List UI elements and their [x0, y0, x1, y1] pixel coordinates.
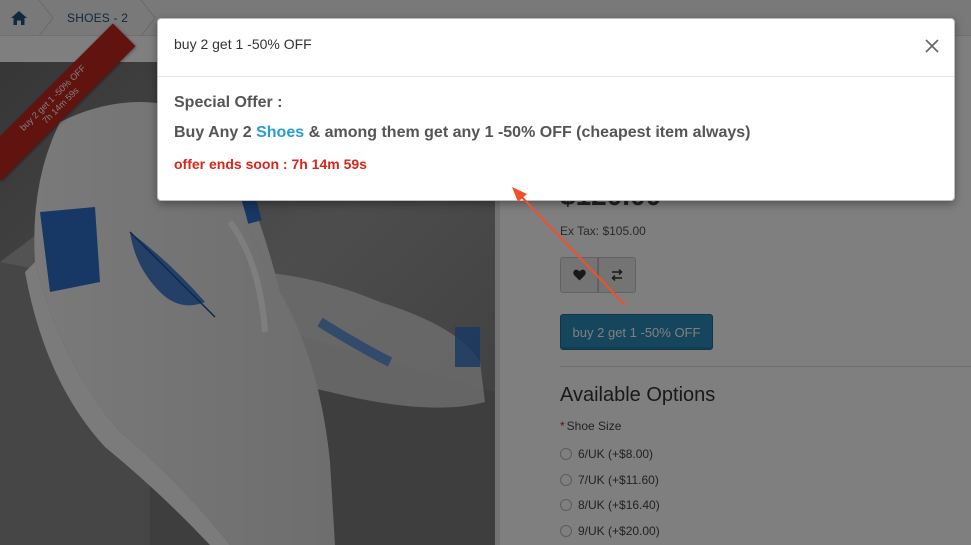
modal-title: buy 2 get 1 -50% OFF [174, 36, 312, 52]
offer-modal: buy 2 get 1 -50% OFF Special Offer : Buy… [157, 18, 955, 201]
shoes-category-link[interactable]: Shoes [256, 124, 304, 141]
modal-header: buy 2 get 1 -50% OFF [158, 19, 954, 77]
offer-description: Buy Any 2 Shoes & among them get any 1 -… [174, 124, 750, 142]
modal-close-button[interactable] [922, 36, 942, 56]
offer-suffix: & among them get any 1 -50% OFF (cheapes… [308, 124, 751, 141]
close-icon [925, 39, 939, 53]
offer-prefix: Buy Any 2 [174, 124, 252, 141]
special-offer-heading: Special Offer : [174, 94, 283, 111]
offer-countdown: offer ends soon : 7h 14m 59s [174, 156, 367, 172]
